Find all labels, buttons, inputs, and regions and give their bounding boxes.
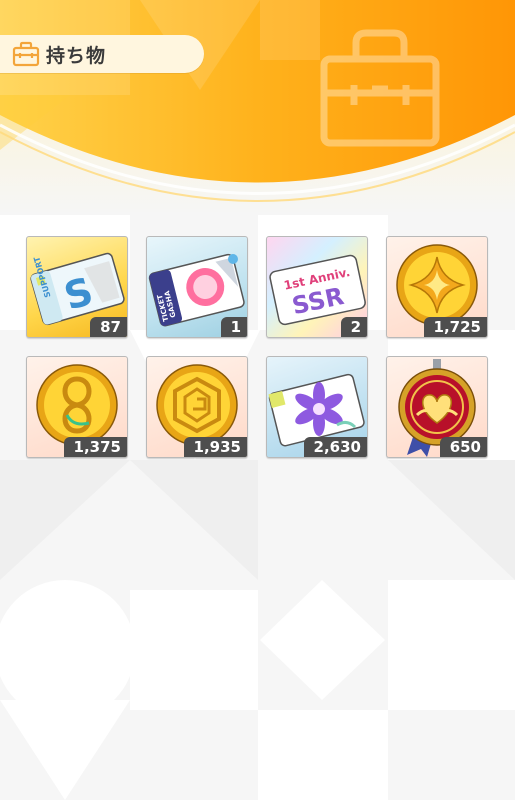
item-flower-ticket[interactable]: 2,630 bbox=[266, 356, 368, 458]
item-count: 1,725 bbox=[423, 317, 487, 337]
item-count: 1,375 bbox=[63, 437, 127, 457]
item-count: 1 bbox=[220, 317, 247, 337]
item-gold-coin-knot[interactable]: 1,375 bbox=[26, 356, 128, 458]
item-count: 2 bbox=[340, 317, 367, 337]
item-count: 2,630 bbox=[303, 437, 367, 457]
item-heart-medal[interactable]: 650 bbox=[386, 356, 488, 458]
item-ssr-ticket[interactable]: 1st Anniv. SSR 2 bbox=[266, 236, 368, 338]
bag-watermark-icon bbox=[320, 29, 440, 147]
page-title-bar: 持ち物 bbox=[0, 35, 204, 73]
item-count: 650 bbox=[439, 437, 487, 457]
item-gold-coin-sparkle[interactable]: 1,725 bbox=[386, 236, 488, 338]
item-gacha-ticket[interactable]: GASHA TICKET 1 bbox=[146, 236, 248, 338]
item-count: 1,935 bbox=[183, 437, 247, 457]
page-title: 持ち物 bbox=[46, 44, 107, 67]
item-count: 87 bbox=[90, 317, 127, 337]
item-support-ticket[interactable]: S SUPPORT 87 bbox=[26, 236, 128, 338]
bag-icon bbox=[12, 41, 40, 67]
item-gold-coin-hex[interactable]: 1,935 bbox=[146, 356, 248, 458]
